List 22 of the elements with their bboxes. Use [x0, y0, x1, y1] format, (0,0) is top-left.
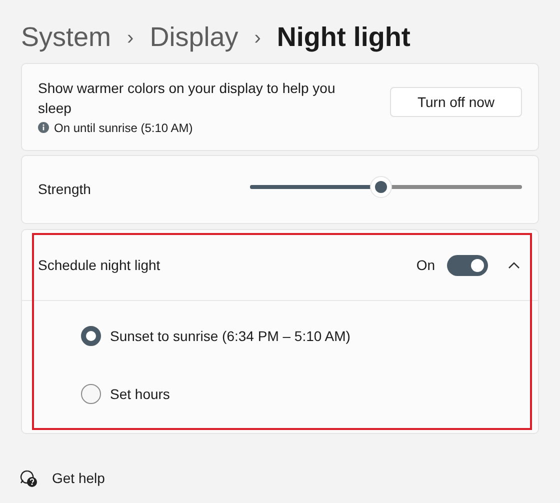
- toggle-state-text: On: [416, 256, 435, 274]
- radio-option[interactable]: Set hours: [22, 365, 538, 423]
- schedule-toggle[interactable]: [447, 254, 488, 276]
- breadcrumb-separator: ›: [254, 26, 261, 50]
- breadcrumb-item[interactable]: System: [21, 17, 112, 58]
- strength-slider[interactable]: [250, 176, 522, 198]
- info-icon: [38, 122, 49, 133]
- turn-off-button[interactable]: Turn off now: [390, 87, 522, 117]
- slider-thumb[interactable]: [370, 176, 392, 198]
- status-text: On until sunrise (5:10 AM): [54, 120, 193, 136]
- radio-option[interactable]: Sunset to sunrise (6:34 PM – 5:10 AM): [22, 307, 538, 365]
- get-help-link[interactable]: Get help: [52, 468, 105, 489]
- help-icon: [20, 470, 38, 488]
- breadcrumb-item: Night light: [276, 21, 410, 54]
- breadcrumb-separator: ›: [127, 26, 134, 50]
- breadcrumb-item[interactable]: Display: [150, 17, 238, 58]
- radio-button[interactable]: [81, 384, 101, 404]
- schedule-label: Schedule night light: [38, 256, 160, 275]
- strength-label: Strength: [38, 180, 91, 199]
- description-text: Show warmer colors on your display to help you sleep: [38, 78, 336, 118]
- chevron-icon[interactable]: [508, 261, 520, 269]
- radio-button[interactable]: [81, 326, 101, 346]
